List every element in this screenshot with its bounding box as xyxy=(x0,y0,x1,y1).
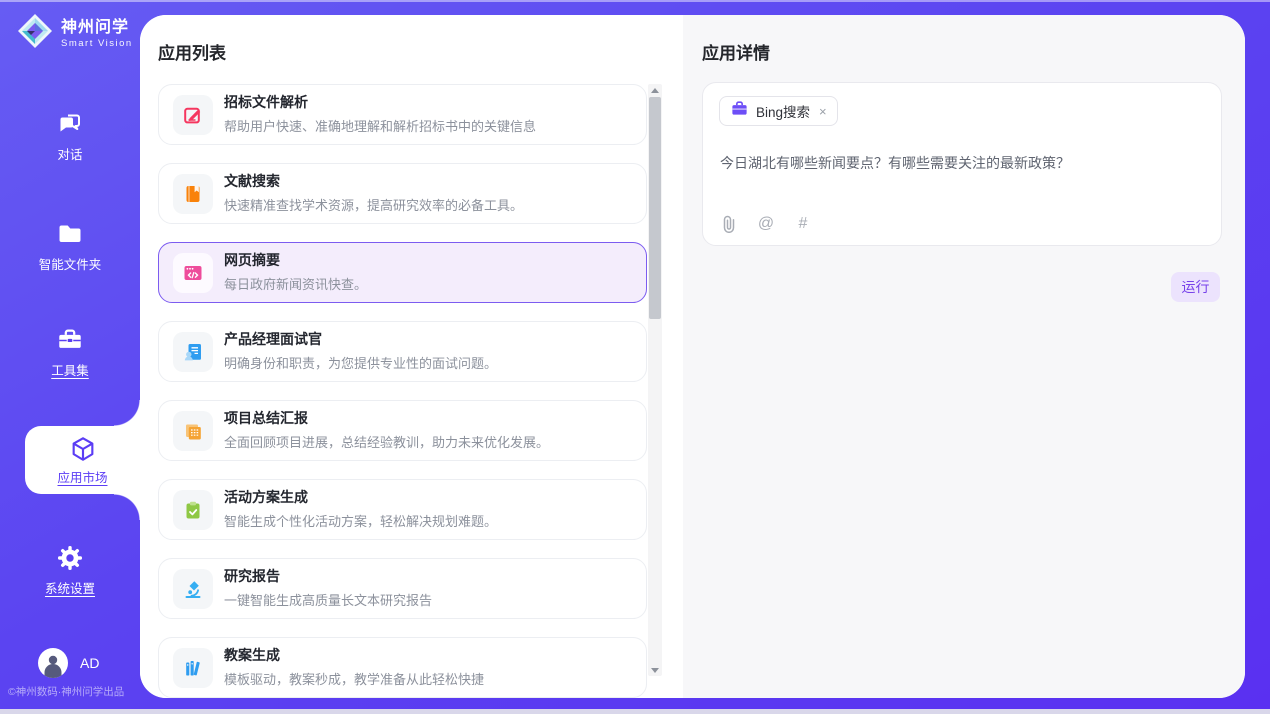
app-card-name: 文献搜索 xyxy=(224,173,523,190)
microscope-icon xyxy=(173,569,213,609)
cube-icon xyxy=(69,435,97,463)
chat-icon xyxy=(56,110,84,138)
sidebar-item-label: 应用市场 xyxy=(57,467,107,486)
composer-toolbar: @# xyxy=(720,215,812,233)
app-card-desc: 快速精准查找学术资源，提高研究效率的必备工具。 xyxy=(224,195,523,214)
tool-chip-label: Bing搜索 xyxy=(756,101,810,121)
sidebar-item-app-market[interactable]: 应用市场 xyxy=(25,426,140,494)
app-card-desc: 每日政府新闻资讯快查。 xyxy=(224,274,367,293)
sidebar-item-label: 对话 xyxy=(57,144,82,163)
briefcase-icon xyxy=(730,99,749,123)
app-list: 招标文件解析帮助用户快速、准确地理解和解析招标书中的关键信息 文献搜索快速精准查… xyxy=(158,84,647,698)
brand-title: 神州问学 xyxy=(61,18,133,37)
user-avatar-icon xyxy=(38,648,68,678)
content-shell: 应用列表 招标文件解析帮助用户快速、准确地理解和解析招标书中的关键信息 文献搜索… xyxy=(140,15,1245,698)
sheets-icon xyxy=(173,411,213,451)
app-card-texts: 项目总结汇报全面回顾项目进展，总结经验教训，助力未来优化发展。 xyxy=(224,410,549,451)
app-card-name: 活动方案生成 xyxy=(224,489,497,506)
prompt-card: Bing搜索 × 今日湖北有哪些新闻要点？有哪些需要关注的最新政策？ @# xyxy=(702,82,1222,246)
app-card-name: 研究报告 xyxy=(224,568,432,585)
scroll-up-arrow-icon[interactable] xyxy=(648,84,662,96)
app-detail-title: 应用详情 xyxy=(702,39,770,64)
app-card-name: 教案生成 xyxy=(224,647,484,664)
clipboard-check-icon xyxy=(173,490,213,530)
app-card-desc: 全面回顾项目进展，总结经验教训，助力未来优化发展。 xyxy=(224,432,549,451)
brand: 神州问学 Smart Vision xyxy=(16,12,133,55)
active-tab-bottom-curve xyxy=(114,494,140,520)
app-card-texts: 产品经理面试官明确身份和职责，为您提供专业性的面试问题。 xyxy=(224,331,497,372)
scrollbar[interactable] xyxy=(648,84,662,676)
sidebar-footer: ©神州数码·神州问学出品 xyxy=(8,684,140,699)
gear-icon xyxy=(56,544,84,572)
compose-icon xyxy=(173,95,213,135)
app-card-texts: 研究报告一键智能生成高质量长文本研究报告 xyxy=(224,568,432,609)
app-card[interactable]: 教案生成模板驱动，教案秒成，教学准备从此轻松快捷 xyxy=(158,637,647,698)
sidebar-item-label: 工具集 xyxy=(51,360,89,379)
app-card-desc: 一键智能生成高质量长文本研究报告 xyxy=(224,590,432,609)
app-card-texts: 文献搜索快速精准查找学术资源，提高研究效率的必备工具。 xyxy=(224,173,523,214)
run-button[interactable]: 运行 xyxy=(1171,272,1220,302)
prompt-input[interactable]: 今日湖北有哪些新闻要点？有哪些需要关注的最新政策？ xyxy=(720,153,1205,174)
app-card-texts: 招标文件解析帮助用户快速、准确地理解和解析招标书中的关键信息 xyxy=(224,94,536,135)
active-tab-top-curve xyxy=(114,400,140,426)
app-card-desc: 帮助用户快速、准确地理解和解析招标书中的关键信息 xyxy=(224,116,536,135)
paperclip-icon[interactable] xyxy=(720,215,738,233)
app-card-name: 产品经理面试官 xyxy=(224,331,497,348)
sidebar-item-label: 系统设置 xyxy=(45,578,95,597)
app-card-name: 项目总结汇报 xyxy=(224,410,549,427)
app-list-panel: 应用列表 招标文件解析帮助用户快速、准确地理解和解析招标书中的关键信息 文献搜索… xyxy=(140,15,683,698)
folder-icon xyxy=(56,220,84,248)
sidebar-item-label: 智能文件夹 xyxy=(39,254,102,273)
window-bottom-edge xyxy=(0,709,1270,714)
scrollbar-thumb[interactable] xyxy=(649,97,661,319)
sidebar: 神州问学 Smart Vision 对话 智能文件夹 工具集 应用市场 系统设置 xyxy=(0,0,140,714)
user-row[interactable]: AD xyxy=(38,648,99,678)
app-card[interactable]: 文献搜索快速精准查找学术资源，提高研究效率的必备工具。 xyxy=(158,163,647,224)
sidebar-item-smart-folder[interactable]: 智能文件夹 xyxy=(0,220,140,273)
app-card[interactable]: 活动方案生成智能生成个性化活动方案，轻松解决规划难题。 xyxy=(158,479,647,540)
app-card-texts: 教案生成模板驱动，教案秒成，教学准备从此轻松快捷 xyxy=(224,647,484,688)
app-card-texts: 网页摘要每日政府新闻资讯快查。 xyxy=(224,252,367,293)
hash-icon[interactable]: # xyxy=(794,215,812,233)
toolbox-icon xyxy=(56,326,84,354)
user-name: AD xyxy=(80,655,99,671)
app-card[interactable]: 项目总结汇报全面回顾项目进展，总结经验教训，助力未来优化发展。 xyxy=(158,400,647,461)
browser-code-icon xyxy=(173,253,213,293)
books-icon xyxy=(173,648,213,688)
sidebar-item-toolset[interactable]: 工具集 xyxy=(0,326,140,379)
app-card-texts: 活动方案生成智能生成个性化活动方案，轻松解决规划难题。 xyxy=(224,489,497,530)
app-card[interactable]: 研究报告一键智能生成高质量长文本研究报告 xyxy=(158,558,647,619)
app-detail-panel: 应用详情 Bing搜索 × 今日湖北有哪些新闻要点？有哪些需要关注的最新政策？ … xyxy=(683,15,1245,698)
brand-subtitle: Smart Vision xyxy=(61,38,133,49)
app-card[interactable]: 招标文件解析帮助用户快速、准确地理解和解析招标书中的关键信息 xyxy=(158,84,647,145)
scroll-down-arrow-icon[interactable] xyxy=(648,664,662,676)
app-card-name: 招标文件解析 xyxy=(224,94,536,111)
tool-chip-bing-search[interactable]: Bing搜索 × xyxy=(719,96,838,126)
at-icon[interactable]: @ xyxy=(757,215,775,233)
app-list-title: 应用列表 xyxy=(158,39,226,64)
app-card[interactable]: 产品经理面试官明确身份和职责，为您提供专业性的面试问题。 xyxy=(158,321,647,382)
book-icon xyxy=(173,174,213,214)
app-card[interactable]: 网页摘要每日政府新闻资讯快查。 xyxy=(158,242,647,303)
resume-icon xyxy=(173,332,213,372)
app-card-desc: 明确身份和职责，为您提供专业性的面试问题。 xyxy=(224,353,497,372)
chip-close-icon[interactable]: × xyxy=(819,104,827,119)
app-card-desc: 智能生成个性化活动方案，轻松解决规划难题。 xyxy=(224,511,497,530)
diamond-logo-icon xyxy=(16,12,54,55)
app-card-desc: 模板驱动，教案秒成，教学准备从此轻松快捷 xyxy=(224,669,484,688)
window-top-edge xyxy=(0,0,1270,2)
app-card-name: 网页摘要 xyxy=(224,252,367,269)
sidebar-item-chat[interactable]: 对话 xyxy=(0,110,140,163)
sidebar-item-settings[interactable]: 系统设置 xyxy=(0,544,140,597)
